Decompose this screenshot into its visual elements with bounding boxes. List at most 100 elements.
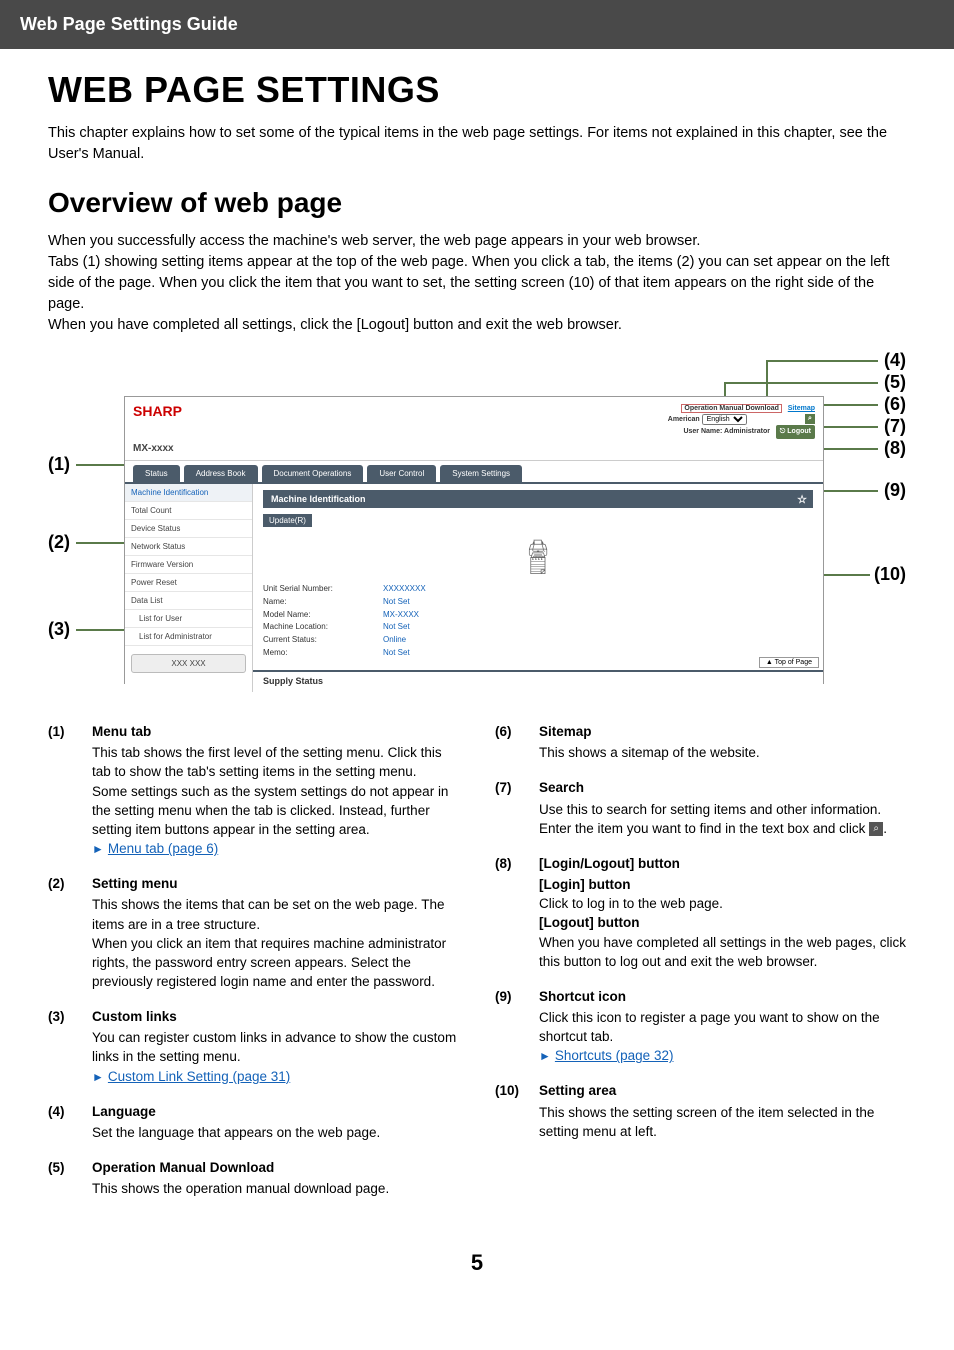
- section-title: Overview of web page: [48, 187, 906, 219]
- desc-6-body1: This shows a sitemap of the website.: [539, 743, 906, 762]
- star-icon[interactable]: ☆: [797, 493, 807, 506]
- side-item-list-for-administrator[interactable]: List for Administrator: [125, 628, 252, 646]
- value-location: Not Set: [383, 621, 426, 634]
- page-title: WEB PAGE SETTINGS: [48, 69, 906, 111]
- link-shortcuts[interactable]: Shortcuts (page 32): [555, 1048, 674, 1063]
- printer-icon: 🖨🗒: [263, 541, 813, 573]
- supply-status-heading: Supply Status: [253, 670, 823, 686]
- language-select[interactable]: English: [702, 414, 747, 425]
- tab-system-settings[interactable]: System Settings: [440, 465, 522, 482]
- arrow-icon: ►: [539, 1049, 551, 1063]
- desc-8-num: (8): [495, 854, 529, 873]
- side-item-firmware-version[interactable]: Firmware Version: [125, 556, 252, 574]
- callout-2-label: (2): [48, 532, 70, 552]
- tab-document-operations[interactable]: Document Operations: [262, 465, 364, 482]
- label-memo: Memo:: [263, 647, 383, 660]
- desc-1-linkline: ►Menu tab (page 6): [92, 839, 459, 858]
- desc-8-title: [Login/Logout] button: [539, 854, 680, 873]
- callout-5: (5): [884, 372, 906, 393]
- tab-user-control[interactable]: User Control: [367, 465, 436, 482]
- overview-p2: Tabs (1) showing setting items appear at…: [48, 252, 906, 315]
- intro-text: This chapter explains how to set some of…: [48, 123, 906, 165]
- username-label: User Name:: [683, 428, 724, 435]
- value-model: MX-XXXX: [383, 609, 426, 622]
- side-item-power-reset[interactable]: Power Reset: [125, 574, 252, 592]
- side-menu: Machine Identification Total Count Devic…: [125, 484, 253, 692]
- side-item-data-list[interactable]: Data List: [125, 592, 252, 610]
- main-panel-header: Machine Identification ☆: [263, 490, 813, 508]
- callout-3: (3): [48, 619, 70, 640]
- value-serial: XXXXXXXX: [383, 583, 426, 596]
- desc-3: (3)Custom links You can register custom …: [48, 1007, 459, 1086]
- callout-7-label: (7): [884, 416, 906, 436]
- desc-3-body1: You can register custom links in advance…: [92, 1028, 459, 1066]
- desc-9-body1: Click this icon to register a page you w…: [539, 1008, 906, 1046]
- label-model: Model Name:: [263, 609, 383, 622]
- callout-1: (1): [48, 454, 70, 475]
- label-status: Current Status:: [263, 634, 383, 647]
- custom-link-button[interactable]: XXX XXX: [131, 654, 246, 673]
- download-link[interactable]: Operation Manual Download: [681, 404, 782, 413]
- top-of-page-button[interactable]: ▲ Top of Page: [759, 657, 819, 668]
- desc-10-title: Setting area: [539, 1081, 616, 1100]
- diagram-area: (1) (2) (3) (4) (5) (6) (7) (8) (9) (10)…: [48, 354, 906, 694]
- callout-8-label: (8): [884, 438, 906, 458]
- desc-8-login-title: [Login] button: [539, 875, 906, 894]
- desc-8-logout-title: [Logout] button: [539, 913, 906, 932]
- desc-10-num: (10): [495, 1081, 529, 1100]
- callout-9-label: (9): [884, 480, 906, 500]
- callout-9: (9): [884, 480, 906, 501]
- desc-2-num: (2): [48, 874, 82, 893]
- update-button[interactable]: Update(R): [263, 514, 312, 527]
- desc-1: (1)Menu tab This tab shows the first lev…: [48, 722, 459, 858]
- desc-9-linkline: ► Shortcuts (page 32): [539, 1046, 906, 1065]
- desc-4-num: (4): [48, 1102, 82, 1121]
- side-item-device-status[interactable]: Device Status: [125, 520, 252, 538]
- tab-address-book[interactable]: Address Book: [184, 465, 258, 482]
- overview-p3: When you have completed all settings, cl…: [48, 315, 906, 336]
- main-panel: Machine Identification ☆ Update(R) 🖨🗒 Un…: [253, 484, 823, 692]
- value-name: Not Set: [383, 596, 426, 609]
- callout-4-label: (4): [884, 350, 906, 370]
- desc-10: (10)Setting area This shows the setting …: [495, 1081, 906, 1140]
- right-column: (6)Sitemap This shows a sitemap of the w…: [495, 722, 906, 1214]
- desc-7-body1: Use this to search for setting items and…: [539, 802, 881, 836]
- desc-1-title: Menu tab: [92, 722, 151, 741]
- callout-7: (7): [884, 416, 906, 437]
- overview-block: When you successfully access the machine…: [48, 231, 906, 336]
- tab-status[interactable]: Status: [133, 465, 180, 482]
- content: WEB PAGE SETTINGS This chapter explains …: [0, 49, 954, 1316]
- desc-3-num: (3): [48, 1007, 82, 1026]
- desc-8: (8)[Login/Logout] button [Login] button …: [495, 854, 906, 971]
- side-item-list-for-user[interactable]: List for User: [125, 610, 252, 628]
- username-value: Administrator: [724, 428, 770, 435]
- search-icon[interactable]: ⌕: [805, 414, 815, 424]
- field-table: Unit Serial Number: Name: Model Name: Ma…: [263, 583, 813, 660]
- desc-7-title: Search: [539, 778, 584, 797]
- callout-10-label: (10): [874, 564, 906, 584]
- desc-5-num: (5): [48, 1158, 82, 1177]
- link-menu-tab[interactable]: Menu tab (page 6): [108, 841, 218, 856]
- side-item-network-status[interactable]: Network Status: [125, 538, 252, 556]
- desc-7-tail: .: [883, 821, 887, 836]
- left-column: (1)Menu tab This tab shows the first lev…: [48, 722, 459, 1214]
- tab-bar: Status Address Book Document Operations …: [125, 461, 823, 484]
- sitemap-link[interactable]: Sitemap: [788, 405, 815, 412]
- desc-6-num: (6): [495, 722, 529, 741]
- main-panel-title: Machine Identification: [271, 494, 366, 504]
- desc-7-body: Use this to search for setting items and…: [539, 800, 906, 838]
- brand-logo: SHARP: [133, 403, 182, 439]
- callout-5-label: (5): [884, 372, 906, 392]
- side-item-machine-identification[interactable]: Machine Identification: [125, 484, 252, 502]
- desc-2-body1: This shows the items that can be set on …: [92, 895, 459, 933]
- desc-5-title: Operation Manual Download: [92, 1158, 274, 1177]
- desc-1-num: (1): [48, 722, 82, 741]
- callout-10: (10): [874, 564, 906, 585]
- link-custom-link-setting[interactable]: Custom Link Setting (page 31): [108, 1069, 290, 1084]
- magnifier-icon: ⌕: [869, 822, 883, 836]
- logout-button[interactable]: ⎋ Logout: [776, 425, 815, 438]
- callout-2: (2): [48, 532, 70, 553]
- header-title: Web Page Settings Guide: [20, 14, 238, 34]
- description-columns: (1)Menu tab This tab shows the first lev…: [48, 722, 906, 1214]
- side-item-total-count[interactable]: Total Count: [125, 502, 252, 520]
